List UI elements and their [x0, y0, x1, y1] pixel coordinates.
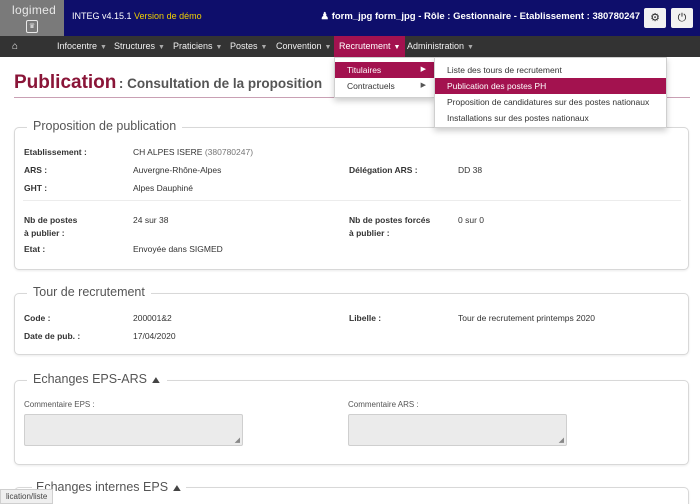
nav-label: Convention: [276, 41, 322, 51]
libelle-label: Libelle :: [349, 313, 382, 323]
nb-postes-value: 24 sur 38: [133, 215, 169, 225]
nav-label: Structures: [114, 41, 156, 51]
nb-forces-label: Nb de postes forcés à publier :: [349, 214, 430, 240]
chevron-right-icon: ▶: [420, 82, 426, 89]
logout-button[interactable]: ⏻: [671, 8, 693, 28]
panel-tour: Tour de recrutement Code : 200001&2 Libe…: [14, 285, 689, 355]
nb-forces-value: 0 sur 0: [458, 215, 484, 225]
page-title-main: Publication: [14, 72, 117, 93]
gear-icon: ⚙: [650, 12, 660, 24]
nav-infocentre[interactable]: Infocentre ▼: [57, 36, 107, 57]
nav-label: Infocentre: [57, 41, 98, 51]
divider: [23, 200, 681, 201]
titulaires-submenu: Liste des tours de recrutement Publicati…: [434, 57, 667, 128]
panel-title-text: Echanges internes EPS: [36, 480, 169, 494]
status-bar: lication/liste: [0, 489, 54, 504]
panel-title-text: Echanges EPS-ARS: [33, 372, 147, 386]
panel-title: Tour de recrutement: [27, 285, 151, 299]
panel-title[interactable]: Echanges EPS-ARS ▲: [27, 372, 167, 386]
nb-postes-label: Nb de postes à publier :: [24, 214, 77, 240]
etat-value: Envoyée dans SIGMED: [133, 244, 223, 254]
panel-title: Proposition de publication: [27, 119, 183, 133]
nav-structures[interactable]: Structures ▼: [114, 36, 165, 57]
menu-item-proposition-candidatures[interactable]: Proposition de candidatures sur des post…: [435, 94, 666, 110]
user-icon: ♟: [320, 11, 330, 22]
version-info: INTEG v4.15.1 Version de démo: [72, 11, 202, 21]
nav-label: Praticiens: [173, 41, 213, 51]
nav-recrutement[interactable]: Recrutement ▼: [334, 36, 406, 57]
panel-title[interactable]: Echanges internes EPS ▲: [32, 480, 186, 494]
recrutement-dropdown: Titulaires ▶ Contractuels ▶: [334, 57, 435, 98]
power-icon: ⏻: [677, 12, 687, 24]
top-bar: logimed ♛ INTEG v4.15.1 Version de démo …: [0, 0, 700, 36]
etablissement-name: CH ALPES ISERE: [133, 147, 203, 157]
chevron-up-icon[interactable]: ▲: [149, 375, 162, 386]
nav-convention[interactable]: Convention ▼: [276, 36, 331, 57]
menu-item-contractuels[interactable]: Contractuels ▶: [335, 78, 434, 94]
panel-echanges: Echanges EPS-ARS ▲ Commentaire EPS : ◢ Co…: [14, 372, 689, 465]
caret-down-icon: ▼: [215, 44, 223, 51]
caret-down-icon: ▼: [324, 44, 332, 51]
caret-down-icon: ▼: [393, 44, 401, 51]
resize-grip-icon[interactable]: ◢: [235, 436, 240, 444]
logo-icon: ♛: [26, 20, 38, 33]
nav-label: Administration: [407, 41, 465, 51]
comment-eps-field[interactable]: ◢: [24, 414, 243, 446]
delegation-value: DD 38: [458, 165, 483, 175]
nb-postes-label-line2: à publier :: [24, 228, 65, 238]
menu-item-label: Contractuels: [347, 81, 395, 91]
user-info-text: form_jpg form_jpg - Rôle : Gestionnaire …: [331, 11, 640, 22]
nav-bar: ⌂ Infocentre ▼ Structures ▼ Praticiens ▼ Po…: [0, 36, 700, 57]
caret-down-icon: ▼: [260, 44, 268, 51]
menu-item-liste-tours[interactable]: Liste des tours de recrutement: [435, 62, 666, 78]
ght-label: GHT :: [24, 183, 48, 193]
libelle-value: Tour de recrutement printemps 2020: [458, 313, 596, 323]
chevron-up-icon[interactable]: ▲: [171, 483, 184, 494]
comment-ars-field[interactable]: ◢: [348, 414, 567, 446]
nav-praticiens[interactable]: Praticiens ▼: [173, 36, 222, 57]
caret-down-icon: ▼: [158, 44, 165, 51]
nav-home[interactable]: ⌂: [12, 36, 18, 57]
page-title-sub: : Consultation de la proposition: [118, 76, 323, 91]
date-value: 17/04/2020: [133, 331, 176, 341]
settings-button[interactable]: ⚙: [644, 8, 666, 28]
etablissement-value: CH ALPES ISERE (380780247): [133, 146, 253, 159]
page-title: Publication : Consultation de la proposi…: [14, 72, 322, 94]
ars-label: ARS :: [24, 165, 48, 175]
nav-administration[interactable]: Administration ▼: [407, 36, 474, 57]
ars-value: Auvergne-Rhône-Alpes: [133, 165, 222, 175]
comment-eps-label: Commentaire EPS :: [24, 400, 95, 409]
nb-forces-label-line2: à publier :: [349, 228, 390, 238]
nav-label: Recrutement: [339, 41, 391, 51]
logo[interactable]: logimed ♛: [0, 0, 64, 36]
nb-postes-label-line1: Nb de postes: [24, 215, 78, 225]
caret-down-icon: ▼: [100, 44, 107, 51]
nb-forces-label-line1: Nb de postes forcés: [349, 215, 431, 225]
ght-value: Alpes Dauphiné: [133, 183, 194, 193]
version-number: INTEG v4.15.1: [72, 11, 132, 21]
panel-proposition: Proposition de publication Etablissement…: [14, 119, 689, 270]
etablissement-label: Etablissement :: [24, 147, 87, 157]
menu-item-label: Titulaires: [347, 65, 382, 75]
version-note: Version de démo: [134, 11, 202, 21]
etat-label: Etat :: [24, 244, 46, 254]
code-value: 200001&2: [133, 313, 172, 323]
menu-item-installations[interactable]: Installations sur des postes nationaux: [435, 110, 666, 126]
caret-down-icon: ▼: [467, 44, 474, 51]
date-label: Date de pub. :: [24, 331, 81, 341]
comment-ars-label: Commentaire ARS :: [348, 400, 419, 409]
nav-postes[interactable]: Postes ▼: [230, 36, 267, 57]
chevron-right-icon: ▶: [420, 66, 426, 73]
home-icon: ⌂: [12, 41, 19, 52]
logo-text: logimed: [12, 3, 57, 17]
menu-item-publication-postes[interactable]: Publication des postes PH: [435, 78, 666, 94]
user-info: ♟ form_jpg form_jpg - Rôle : Gestionnair…: [321, 11, 640, 22]
etablissement-code: (380780247): [204, 147, 254, 157]
delegation-label: Délégation ARS :: [349, 165, 418, 175]
menu-item-titulaires[interactable]: Titulaires ▶: [335, 62, 434, 78]
code-label: Code :: [24, 313, 51, 323]
nav-label: Postes: [230, 41, 258, 51]
resize-grip-icon[interactable]: ◢: [559, 436, 564, 444]
